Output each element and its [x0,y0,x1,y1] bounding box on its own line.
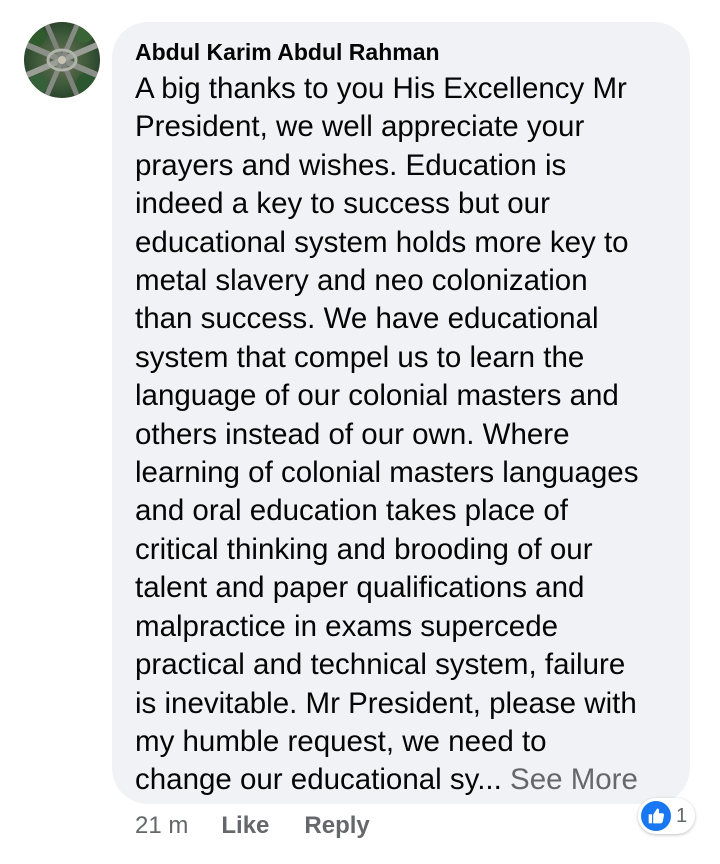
see-more-link[interactable]: See More [510,763,638,796]
comment-line: language of our colonial masters and [135,379,619,413]
like-button[interactable]: Like [221,812,269,840]
comment-line: my humble request, we need to [135,724,547,758]
comment-line: metal slavery and neo colonization [135,264,588,298]
comment-line: system that compel us to learn the [135,340,585,374]
comment-line: indeed a key to success but our [135,187,550,221]
comment-line: change our educational sy... [135,763,511,797]
comment-line: and oral education takes place of [135,494,568,528]
comment-line: is inevitable. Mr President, please with [135,686,637,720]
comment-line: than success. We have educational [135,302,599,336]
comment-line: malpractice in exams supercede [135,609,559,643]
reaction-summary[interactable]: 1 [638,798,696,834]
comment-text: A big thanks to you His Excellency Mr Pr… [135,70,672,800]
comment-line: educational system holds more key to [135,225,629,259]
comment-bubble: Abdul Karim Abdul Rahman A big thanks to… [112,22,690,804]
comment-line: others instead of our own. Where [135,417,570,451]
comment-line: A big thanks to you His Excellency Mr [135,72,627,105]
comment-line: prayers and wishes. Education is [135,148,567,182]
avatar[interactable] [24,22,100,98]
comment-author[interactable]: Abdul Karim Abdul Rahman [135,38,672,66]
thumbs-up-icon [641,801,671,831]
comment-actions: 21 m Like Reply [135,810,405,842]
comment-last-line: change our educational sy... See More [135,761,672,799]
comment-line: President, we well appreciate your [135,110,585,144]
reply-button[interactable]: Reply [304,812,369,840]
comment-line: learning of colonial masters languages [135,456,639,490]
reaction-count: 1 [676,804,688,827]
comment-line: practical and technical system, failure [135,648,626,682]
comment-timestamp[interactable]: 21 m [135,812,188,840]
comment-line: critical thinking and brooding of our [135,532,593,566]
comment-line: talent and paper qualifications and [135,571,585,605]
